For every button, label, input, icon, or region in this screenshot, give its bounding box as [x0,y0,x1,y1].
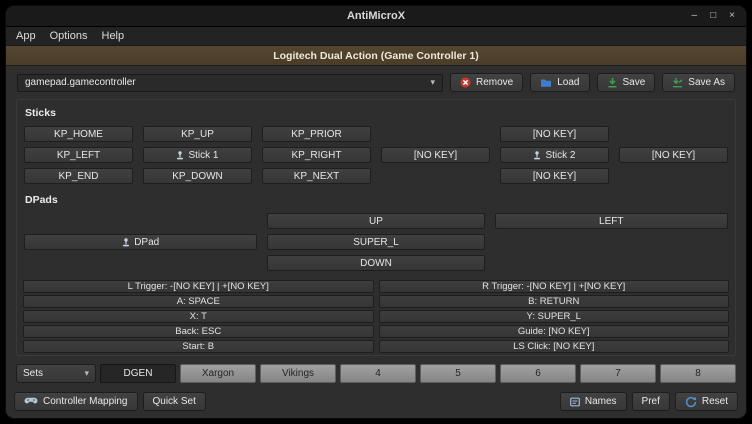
save-as-button[interactable]: Save As [662,73,735,92]
quick-set-button[interactable]: Quick Set [143,392,206,411]
save-button[interactable]: Save [597,73,656,92]
save-as-label: Save As [688,77,725,88]
stick2-up-button[interactable]: [NO KEY] [500,126,609,142]
close-button[interactable]: × [729,11,735,21]
stick1-down-left-button[interactable]: KP_END [24,168,133,184]
chevron-down-icon: ▾ [84,368,89,379]
dpad-button[interactable]: DPad [24,234,257,250]
minimize-button[interactable]: – [692,11,698,21]
save-icon [607,77,618,88]
guide-button[interactable]: Guide: [NO KEY] [379,325,730,338]
stick1-label: Stick 1 [188,150,218,161]
load-button[interactable]: Load [530,73,589,92]
joystick-icon [122,238,130,247]
stick2-label: Stick 2 [545,150,575,161]
quick-set-label: Quick Set [153,396,196,407]
save-as-icon [672,77,683,88]
profile-row: gamepad.gamecontroller ▾ Remove Load Sav… [6,66,746,97]
set-tab-5[interactable]: 5 [420,364,496,383]
gamepad-icon [24,397,38,406]
y-button[interactable]: Y: SUPER_L [379,310,730,323]
dpads-grid: UP LEFT DPad SUPER_L DOWN [22,213,730,271]
chevron-down-icon: ▾ [430,77,435,88]
remove-label: Remove [476,77,513,88]
profile-value: gamepad.gamecontroller [25,77,136,88]
reset-button[interactable]: Reset [675,392,738,411]
stick1-down-button[interactable]: KP_DOWN [143,168,252,184]
dpad-down-button[interactable]: DOWN [267,255,484,271]
stick1-right-button[interactable]: KP_RIGHT [262,147,371,163]
stick2-button[interactable]: Stick 2 [500,147,609,163]
back-button[interactable]: Back: ESC [23,325,374,338]
load-label: Load [557,77,579,88]
set-tab-3[interactable]: Vikings [260,364,336,383]
reset-label: Reset [702,396,728,407]
sticks-heading: Sticks [22,104,730,126]
footer-bar: Controller Mapping Quick Set Names Pref … [6,386,746,418]
grid-spacer [619,168,728,184]
sticks-grid: KP_HOME KP_UP KP_PRIOR [NO KEY] KP_LEFT … [22,126,730,184]
stick2-right-button[interactable]: [NO KEY] [619,147,728,163]
stick2-left-button[interactable]: [NO KEY] [381,147,490,163]
x-button[interactable]: X: T [23,310,374,323]
grid-spacer [381,126,490,142]
sets-menu-button[interactable]: Sets ▾ [16,364,96,383]
stick2-down-button[interactable]: [NO KEY] [500,168,609,184]
start-button[interactable]: Start: B [23,340,374,353]
stick1-up-button[interactable]: KP_UP [143,126,252,142]
menu-options[interactable]: Options [43,28,95,44]
b-button[interactable]: B: RETURN [379,295,730,308]
dpad-right-button[interactable]: SUPER_L [267,234,484,250]
set-tab-6[interactable]: 6 [500,364,576,383]
controller-mapping-label: Controller Mapping [43,396,128,407]
dpad-left-button[interactable]: LEFT [495,213,728,229]
reset-icon [685,396,697,408]
remove-icon [460,77,471,88]
stick1-button[interactable]: Stick 1 [143,147,252,163]
names-label: Names [585,396,617,407]
stick1-left-button[interactable]: KP_LEFT [24,147,133,163]
set-tab-7[interactable]: 7 [580,364,656,383]
sets-row: Sets ▾ DGEN Xargon Vikings 4 5 6 7 8 [6,356,746,386]
main-panel: Sticks KP_HOME KP_UP KP_PRIOR [NO KEY] K… [16,99,736,356]
menubar: App Options Help [6,27,746,46]
stick1-up-left-button[interactable]: KP_HOME [24,126,133,142]
dpads-heading: DPads [22,184,730,213]
pref-label: Pref [642,396,660,407]
window-title: AntiMicroX [347,10,405,22]
set-tab-4[interactable]: 4 [340,364,416,383]
stick1-down-right-button[interactable]: KP_NEXT [262,168,371,184]
names-button[interactable]: Names [560,392,627,411]
menu-app[interactable]: App [9,28,43,44]
titlebar: AntiMicroX – □ × [6,6,746,27]
r-trigger-button[interactable]: R Trigger: -[NO KEY] | +[NO KEY] [379,280,730,293]
joystick-icon [533,151,541,160]
set-tab-1[interactable]: DGEN [100,364,176,383]
save-label: Save [623,77,646,88]
menu-help[interactable]: Help [95,28,132,44]
names-icon [570,397,580,407]
stick1-up-right-button[interactable]: KP_PRIOR [262,126,371,142]
l-trigger-button[interactable]: L Trigger: -[NO KEY] | +[NO KEY] [23,280,374,293]
sets-label: Sets [23,368,43,379]
profile-combobox[interactable]: gamepad.gamecontroller ▾ [17,74,443,92]
button-mappings: L Trigger: -[NO KEY] | +[NO KEY] R Trigg… [22,280,730,356]
set-tab-8[interactable]: 8 [660,364,736,383]
joystick-icon [176,151,184,160]
app-window: AntiMicroX – □ × App Options Help Logite… [5,5,747,419]
dpad-label: DPad [134,237,159,248]
a-button[interactable]: A: SPACE [23,295,374,308]
ls-click-button[interactable]: LS Click: [NO KEY] [379,340,730,353]
remove-button[interactable]: Remove [450,73,523,92]
tab-controller[interactable]: Logitech Dual Action (Game Controller 1) [6,46,746,66]
grid-spacer [619,126,728,142]
dpad-up-button[interactable]: UP [267,213,484,229]
grid-spacer [381,168,490,184]
window-controls: – □ × [692,6,735,26]
pref-button[interactable]: Pref [632,392,670,411]
controller-mapping-button[interactable]: Controller Mapping [14,392,138,411]
maximize-button[interactable]: □ [710,11,716,21]
set-tab-2[interactable]: Xargon [180,364,256,383]
folder-open-icon [540,78,552,88]
